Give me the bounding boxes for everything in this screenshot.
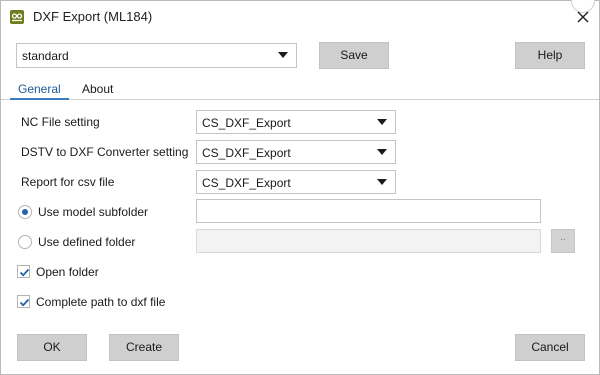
model-subfolder-input[interactable] [196,199,541,223]
dstv-select[interactable]: CS_DXF_Export [196,140,396,164]
complete-path-label: Complete path to dxf file [36,295,166,309]
nc-file-value: CS_DXF_Export [202,116,291,130]
open-folder-checkbox[interactable] [17,265,30,278]
checkmark-icon [19,268,30,277]
complete-path-checkbox[interactable] [17,295,30,308]
dxf-export-dialog: DXF Export (ML184) standard Save Help Ge… [0,0,600,375]
tab-about[interactable]: About [82,82,113,98]
close-button[interactable] [573,7,593,27]
defined-folder-input[interactable] [196,229,541,253]
radio-selected-dot [22,209,28,215]
tab-general[interactable]: General [10,82,69,100]
cancel-button[interactable]: Cancel [515,334,585,361]
window-title: DXF Export (ML184) [33,9,153,24]
save-button[interactable]: Save [319,42,389,69]
close-icon [577,11,589,23]
checkmark-icon [19,298,30,307]
report-csv-label: Report for csv file [21,175,115,189]
oo-icon [10,10,24,24]
help-button[interactable]: Help [515,42,585,69]
nc-file-label: NC File setting [21,115,100,129]
dstv-label: DSTV to DXF Converter setting [21,145,189,159]
create-button[interactable]: Create [109,334,179,361]
chevron-down-icon [377,179,387,185]
tab-bar: General About [1,81,599,100]
chevron-down-icon [377,149,387,155]
model-subfolder-radio[interactable] [18,205,32,219]
browse-button[interactable]: .. [551,229,575,253]
dstv-value: CS_DXF_Export [202,146,291,160]
model-subfolder-label: Use model subfolder [38,205,149,219]
defined-folder-label: Use defined folder [38,235,136,249]
ok-button[interactable]: OK [17,334,87,361]
profile-select[interactable]: standard [16,43,297,68]
open-folder-label: Open folder [36,265,99,279]
report-csv-value: CS_DXF_Export [202,176,291,190]
title-bar: DXF Export (ML184) [1,0,599,33]
chevron-down-icon [278,52,288,58]
report-csv-select[interactable]: CS_DXF_Export [196,170,396,194]
chevron-down-icon [377,119,387,125]
defined-folder-radio[interactable] [18,235,32,249]
profile-select-value: standard [22,49,69,63]
nc-file-select[interactable]: CS_DXF_Export [196,110,396,134]
